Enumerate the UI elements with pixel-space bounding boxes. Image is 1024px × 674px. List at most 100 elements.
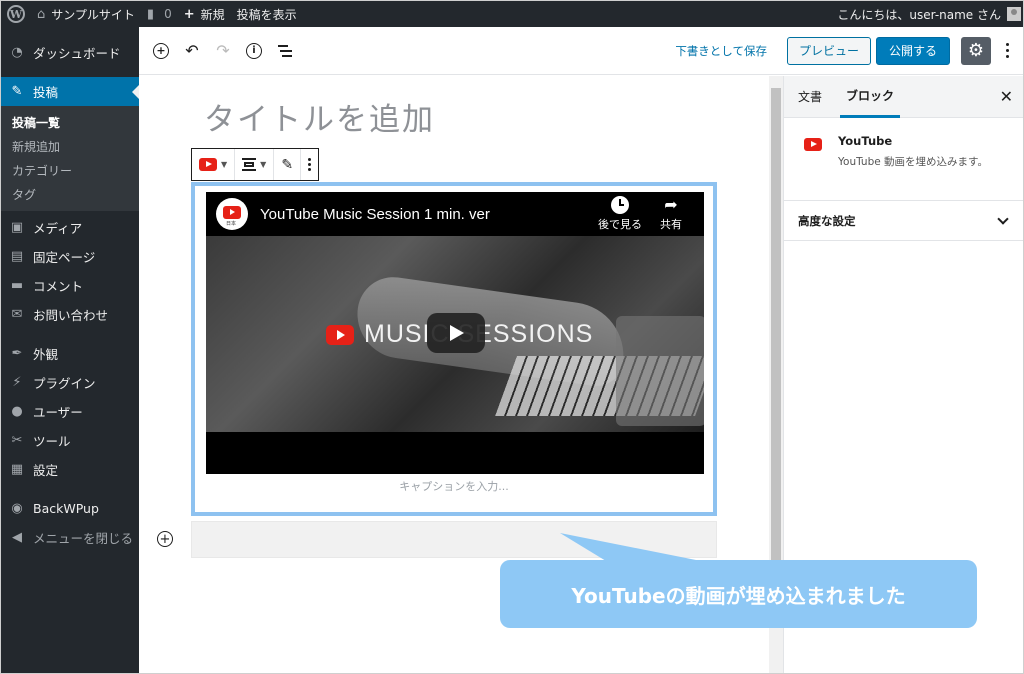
clock-icon (611, 196, 629, 214)
new-content-link[interactable]: + 新規 (178, 1, 231, 27)
advanced-settings-panel[interactable]: 高度な設定 (784, 201, 1023, 241)
page-icon: ▤ (10, 249, 24, 264)
callout-bubble: YouTubeの動画が埋め込まれました (500, 560, 977, 628)
admin-sidebar: ◔ ダッシュボード ✎ 投稿 投稿一覧 新規追加 カテゴリー タグ ▣ メディア… (1, 27, 139, 673)
save-draft-link[interactable]: 下書きとして保存 (675, 43, 767, 59)
sidebar-item-label: お問い合わせ (33, 308, 109, 323)
block-toolbar: ▼ ▼ ✎ (191, 148, 320, 181)
block-type-switcher[interactable]: ▼ (192, 149, 236, 180)
alignment-button[interactable]: ▼ (235, 149, 275, 180)
sidebar-item-contact[interactable]: ✉ お問い合わせ (1, 300, 139, 329)
youtube-logo-icon (223, 206, 241, 219)
info-icon: i (246, 42, 262, 59)
home-icon: ⌂ (37, 6, 46, 22)
sidebar-item-label: ダッシュボード (33, 46, 121, 61)
tab-block[interactable]: ブロック (840, 76, 901, 118)
caption-input[interactable]: キャプションを入力... (195, 478, 713, 494)
redo-button[interactable]: ↷ (208, 36, 238, 66)
sidebar-item-label: メニューを閉じる (33, 531, 134, 546)
add-block-button[interactable]: + (146, 36, 176, 66)
post-title-input[interactable]: タイトルを追加 (204, 94, 435, 139)
video-actions: 後で見る ➦ 共有 (598, 196, 682, 232)
sidebar-item-dashboard[interactable]: ◔ ダッシュボード (1, 38, 139, 67)
sidebar-item-label: 設定 (33, 463, 59, 478)
comment-icon: ▬ (10, 278, 24, 293)
submenu-categories[interactable]: カテゴリー (1, 159, 139, 183)
redo-icon: ↷ (216, 41, 230, 60)
sidebar-item-pages[interactable]: ▤ 固定ページ (1, 242, 139, 271)
site-name-link[interactable]: ⌂ サンプルサイト (31, 1, 141, 27)
preview-button[interactable]: プレビュー (786, 36, 871, 65)
user-icon: ● (11, 404, 23, 419)
vertical-dots-icon (308, 158, 312, 171)
callout-tail (560, 533, 701, 561)
channel-tag: 日本 (226, 221, 237, 227)
sidebar-item-label: メディア (33, 221, 83, 236)
settings-tabs: 文書 ブロック ✕ (784, 76, 1023, 118)
site-name: サンプルサイト (51, 7, 135, 22)
editor-tools: + ↶ ↷ i (139, 36, 300, 66)
more-menu-button[interactable] (999, 43, 1015, 58)
youtube-icon (199, 158, 217, 171)
greeting: こんにちは、user-name さん (837, 7, 1001, 22)
submenu-tags[interactable]: タグ (1, 183, 139, 207)
outline-button[interactable] (270, 36, 300, 66)
undo-button[interactable]: ↶ (177, 36, 207, 66)
comments-link[interactable]: ▮ 0 (141, 1, 178, 27)
media-icon: ▣ (10, 220, 24, 235)
wordpress-logo-button[interactable]: W (1, 1, 31, 27)
plus-icon: + (183, 6, 195, 22)
video-title[interactable]: YouTube Music Session 1 min. ver (260, 206, 490, 223)
plugin-icon: ⚡ (12, 375, 22, 390)
sidebar-item-settings[interactable]: ▦ 設定 (1, 455, 139, 484)
sidebar-item-label: BackWPup (33, 501, 99, 516)
sidebar-item-appearance[interactable]: ✒ 外観 (1, 339, 139, 368)
play-button[interactable] (427, 313, 485, 353)
backwpup-icon: ◉ (11, 501, 23, 516)
block-card: YouTube YouTube 動画を埋め込みます。 (784, 118, 1023, 201)
sidebar-item-label: プラグイン (33, 376, 96, 391)
admin-bar: W ⌂ サンプルサイト ▮ 0 + 新規 投稿を表示 こんにちは、user-na… (1, 1, 1023, 27)
sidebar-item-media[interactable]: ▣ メディア (1, 213, 139, 242)
submenu-all-posts[interactable]: 投稿一覧 (1, 111, 139, 135)
align-center-icon (242, 158, 257, 171)
youtube-icon (804, 138, 822, 151)
collapse-menu-button[interactable]: ◀ メニューを閉じる (1, 523, 139, 552)
youtube-embed-block[interactable]: 日本 YouTube Music Session 1 min. ver 後で見る… (191, 182, 717, 516)
submenu-add-new[interactable]: 新規追加 (1, 135, 139, 159)
share-button[interactable]: ➦ 共有 (660, 196, 682, 232)
sidebar-item-label: コメント (33, 279, 84, 294)
account-menu[interactable]: こんにちは、user-name さん (831, 1, 1023, 27)
close-icon[interactable]: ✕ (1000, 87, 1013, 106)
sidebar-item-tools[interactable]: ✂ ツール (1, 426, 139, 455)
scrollbar-thumb[interactable] (771, 88, 781, 628)
sidebar-item-users[interactable]: ● ユーザー (1, 397, 139, 426)
screenshot-frame: W ⌂ サンプルサイト ▮ 0 + 新規 投稿を表示 こんにちは、user-na… (0, 0, 1024, 674)
watch-later-button[interactable]: 後で見る (598, 196, 642, 232)
wordpress-logo-icon: W (7, 5, 25, 23)
sidebar-item-posts[interactable]: ✎ 投稿 (1, 77, 139, 106)
pin-icon: ✎ (11, 84, 23, 99)
block-more-options-button[interactable] (301, 149, 318, 180)
view-post-link[interactable]: 投稿を表示 (231, 1, 303, 27)
undo-icon: ↶ (185, 41, 199, 60)
tab-document[interactable]: 文書 (798, 76, 822, 118)
sidebar-item-plugins[interactable]: ⚡ プラグイン (1, 368, 139, 397)
collapse-icon: ◀ (12, 530, 22, 545)
publish-button[interactable]: 公開する (875, 36, 950, 65)
editor-header: + ↶ ↷ i 下書きとして保存 プレビュー 公開する ⚙ (139, 27, 1023, 75)
view-post-label: 投稿を表示 (236, 7, 297, 22)
youtube-video-player[interactable]: 日本 YouTube Music Session 1 min. ver 後で見る… (206, 192, 704, 474)
dashboard-icon: ◔ (11, 45, 23, 60)
block-appender-button[interactable]: + (157, 531, 173, 547)
sidebar-item-label: 固定ページ (33, 250, 96, 265)
channel-avatar[interactable]: 日本 (216, 198, 248, 230)
sidebar-item-comments[interactable]: ▬ コメント (1, 271, 139, 300)
edit-url-button[interactable]: ✎ (274, 149, 302, 180)
settings-toggle-button[interactable]: ⚙ (961, 36, 991, 65)
settings-icon: ▦ (10, 462, 24, 477)
header-actions: 下書きとして保存 プレビュー 公開する ⚙ (675, 36, 1023, 65)
new-label: 新規 (200, 7, 225, 22)
sidebar-item-backwpup[interactable]: ◉ BackWPup (1, 494, 139, 523)
info-button[interactable]: i (239, 36, 269, 66)
